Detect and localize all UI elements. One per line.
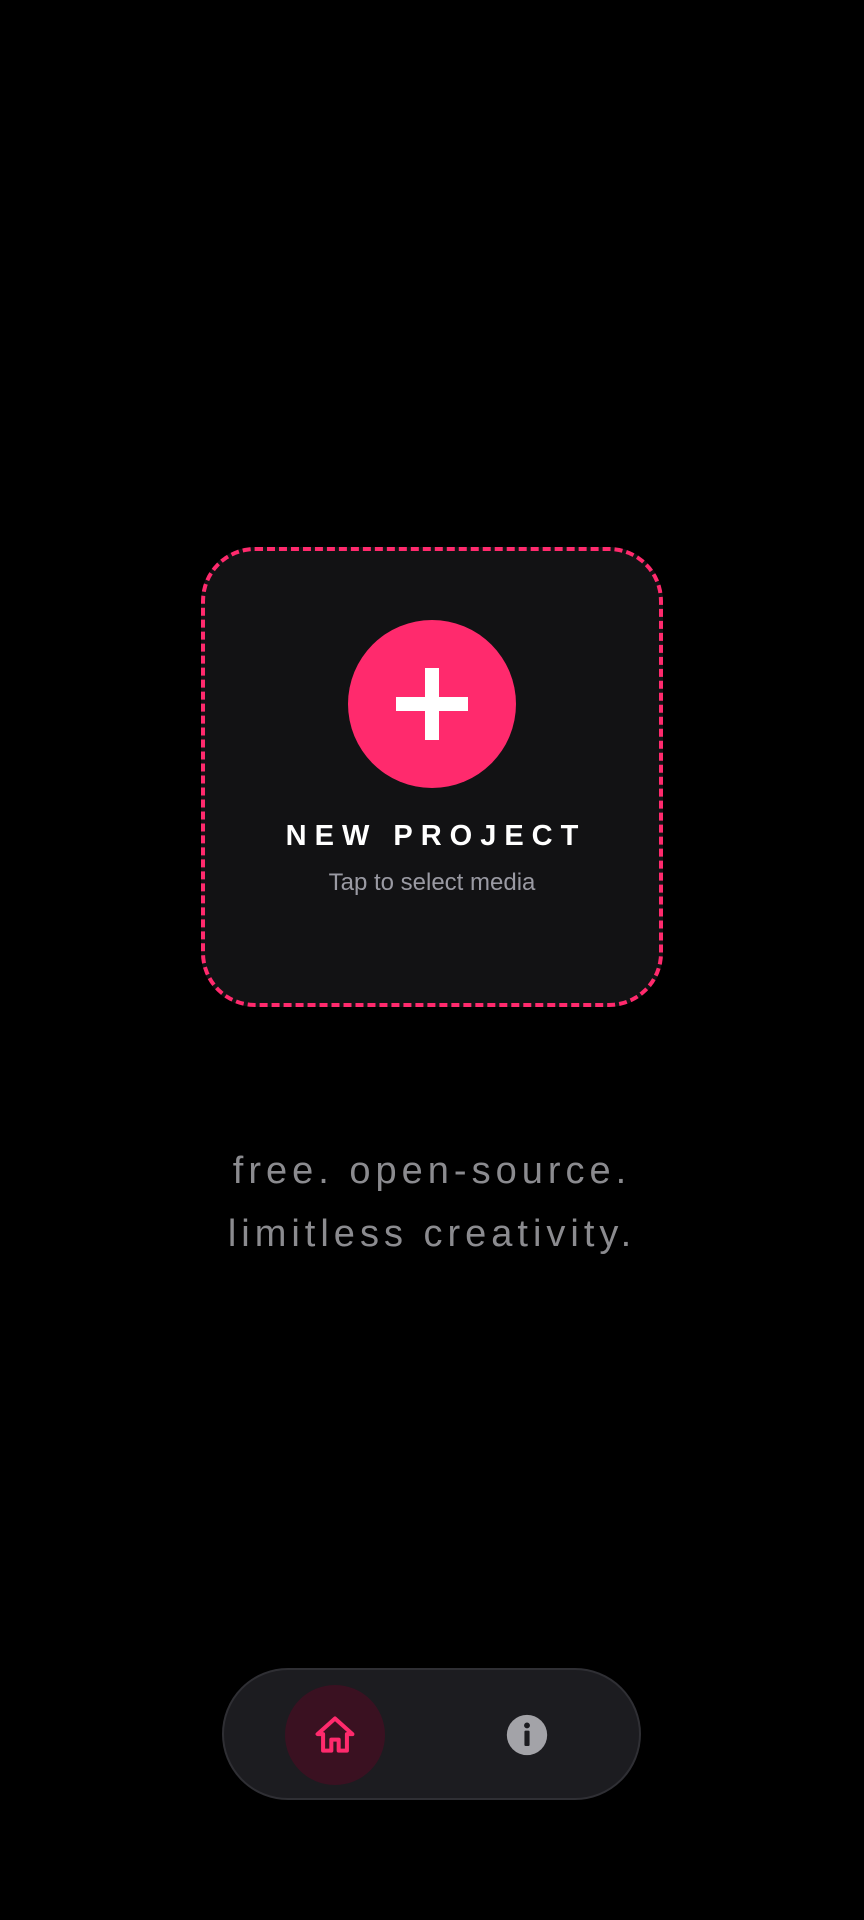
tagline-line-2: limitless creativity. xyxy=(227,1213,637,1255)
nav-home-button[interactable] xyxy=(285,1685,385,1785)
info-icon xyxy=(506,1714,548,1756)
new-project-title: NEW PROJECT xyxy=(285,820,587,852)
home-icon xyxy=(315,1716,355,1753)
new-project-card[interactable]: NEW PROJECT Tap to select media xyxy=(201,547,663,1007)
bottom-navigation xyxy=(222,1668,641,1800)
nav-info-button[interactable] xyxy=(477,1685,577,1785)
plus-icon[interactable] xyxy=(348,620,516,788)
new-project-subtitle: Tap to select media xyxy=(328,869,536,896)
tagline-line-1: free. open-source. xyxy=(232,1150,632,1192)
tagline: free. open-source. limitless creativity. xyxy=(0,1140,864,1266)
